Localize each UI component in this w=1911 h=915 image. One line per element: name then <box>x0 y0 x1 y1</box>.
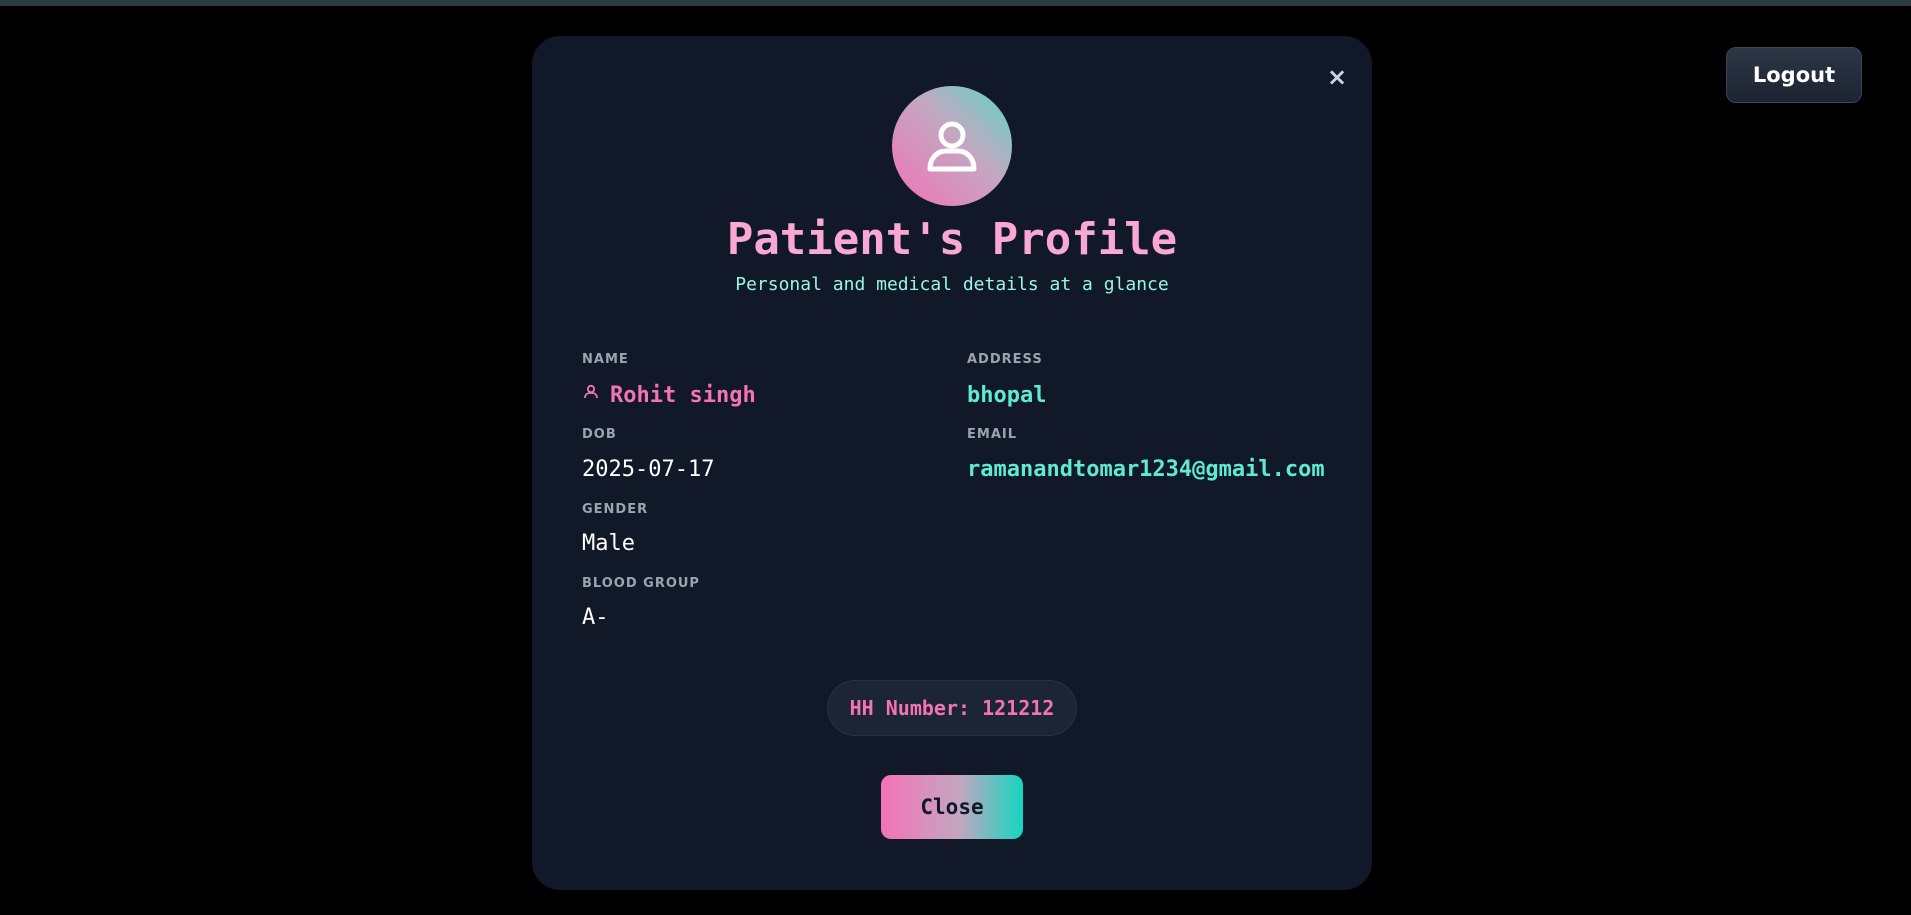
gender-label: GENDER <box>582 502 649 517</box>
name-value: Rohit singh <box>582 383 756 408</box>
address-value: bhopal <box>967 383 1047 408</box>
logout-button[interactable]: Logout <box>1726 47 1862 103</box>
address-label: ADDRESS <box>967 352 1043 367</box>
email-value: ramanandtomar1234@gmail.com <box>967 457 1325 482</box>
user-icon <box>927 121 977 172</box>
blood-group-label: BLOOD GROUP <box>582 576 700 591</box>
dob-label: DOB <box>582 427 617 442</box>
avatar <box>892 86 1012 206</box>
user-small-icon <box>582 382 600 407</box>
blood-group-value: A- <box>582 605 609 630</box>
page-title: Patient's Profile <box>726 214 1178 265</box>
dob-value: 2025-07-17 <box>582 457 715 482</box>
patient-profile-modal: × Patient's Profile Personal and medical… <box>532 36 1372 890</box>
email-label: EMAIL <box>967 427 1017 442</box>
top-border <box>0 0 1911 6</box>
page-subtitle: Personal and medical details at a glance <box>735 274 1169 295</box>
gender-value: Male <box>582 531 635 556</box>
name-text: Rohit singh <box>610 383 756 408</box>
close-button[interactable]: Close <box>881 775 1023 839</box>
name-label: NAME <box>582 352 629 367</box>
hh-number-badge: HH Number: 121212 <box>827 680 1077 736</box>
close-icon[interactable]: × <box>1322 62 1352 92</box>
